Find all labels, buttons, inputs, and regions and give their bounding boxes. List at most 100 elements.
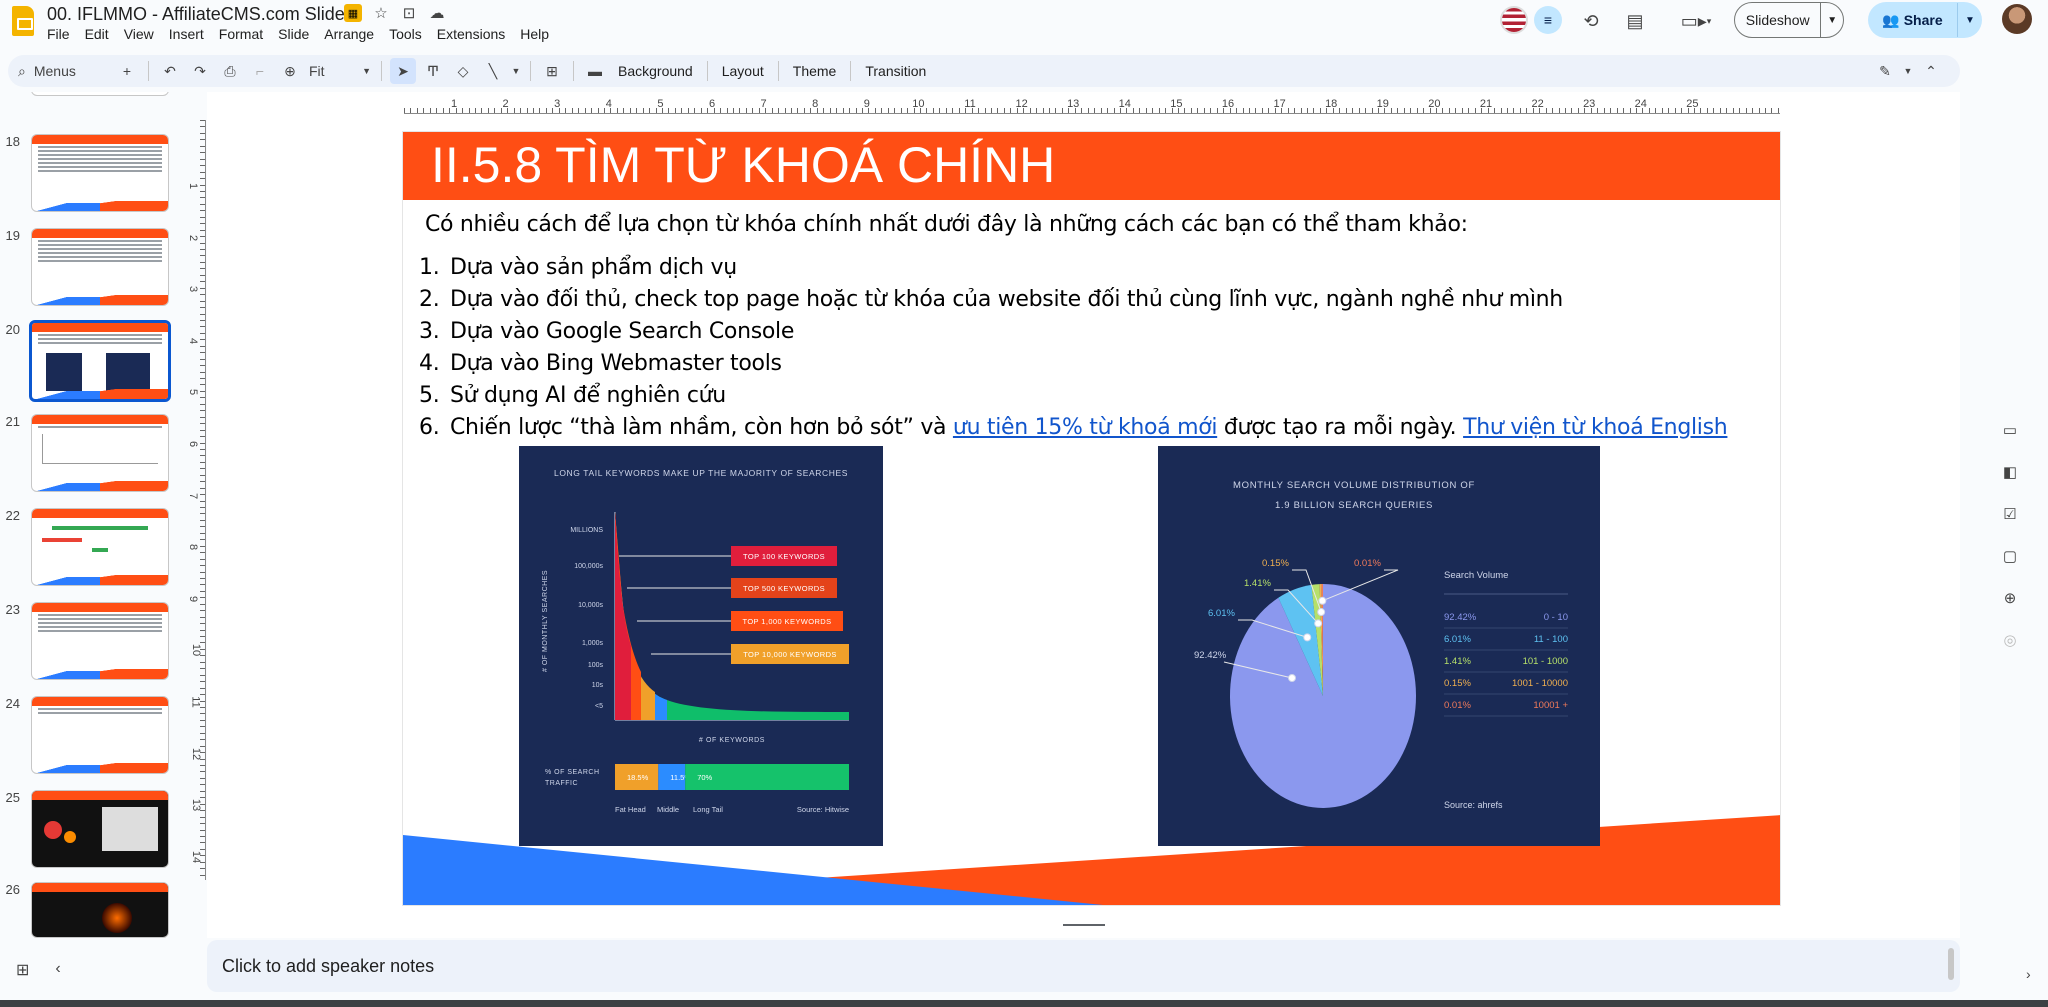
menu-help[interactable]: Help [520, 26, 556, 42]
select-tool-icon[interactable]: ➤ [390, 58, 416, 84]
thumbnail-row-selected[interactable]: 20 [0, 320, 178, 406]
star-icon[interactable]: ☆ [372, 4, 390, 22]
thumbnail-row[interactable]: 18 [0, 134, 178, 218]
print-icon[interactable]: ⎙ [217, 58, 243, 84]
chevron-down-icon[interactable]: ▼ [1958, 15, 1982, 26]
menu-extensions[interactable]: Extensions [437, 26, 512, 42]
layout-button[interactable]: Layout [714, 63, 772, 79]
collapse-toolbar-icon[interactable]: ⌃ [1918, 58, 1944, 84]
ruler-tick [1029, 108, 1031, 113]
paint-format-icon[interactable]: ⌐ [247, 58, 273, 84]
maps-icon[interactable]: ◎ [2000, 630, 2020, 650]
speaker-notes-placeholder[interactable]: Click to add speaker notes [222, 956, 434, 977]
tasks-icon[interactable]: ☑ [2000, 504, 2020, 524]
chevron-down-icon[interactable]: ▼ [1902, 58, 1914, 84]
menus-search[interactable]: ⌕ Menus [18, 59, 112, 83]
cloud-saved-icon[interactable]: ☁ [428, 4, 446, 22]
insert-comment-icon[interactable]: ⊞ [539, 58, 565, 84]
horizontal-ruler[interactable]: 1 2 3 4 5 6 7 8 9 10 11 12 13 14 15 16 17 18 19 20 21 22 23 24 2… [404, 98, 1780, 114]
chevron-down-icon[interactable]: ▼ [510, 58, 522, 84]
ruler-tick [732, 108, 734, 113]
ruler-tick [200, 861, 205, 863]
background-button[interactable]: Background [610, 63, 701, 79]
thumbnail-row[interactable]: 24 [0, 696, 178, 780]
thumbnail-row[interactable]: 21 [0, 414, 178, 498]
slide-thumbnail[interactable] [31, 414, 169, 492]
user-avatar[interactable] [2002, 4, 2032, 34]
line-icon[interactable]: ╲ [480, 58, 506, 84]
slide-thumbnail-selected[interactable] [29, 320, 171, 402]
menu-insert[interactable]: Insert [169, 26, 211, 42]
expand-side-panel-icon[interactable]: › [2026, 966, 2031, 982]
calendar-icon[interactable]: ▭ [2000, 420, 2020, 440]
long-tail-chart-image[interactable]: LONG TAIL KEYWORDS MAKE UP THE MAJORITY … [519, 446, 883, 846]
add-on-icon[interactable]: ⊕ [2000, 588, 2020, 608]
slide-thumbnail[interactable] [31, 882, 169, 938]
pen-mode-icon[interactable]: ✎ [1872, 58, 1898, 84]
document-title[interactable]: 00. IFLMMO - AffiliateCMS.com Slides [47, 4, 354, 25]
slide-title[interactable]: II.5.8 TÌM TỪ KHOÁ CHÍNH [431, 136, 1055, 194]
thumbnail-row[interactable]: 19 [0, 228, 178, 312]
thumbnail-row[interactable]: 22 [0, 508, 178, 592]
collapse-rail-icon[interactable]: ‹ [55, 960, 60, 980]
move-folder-icon[interactable]: ⊡ [400, 4, 418, 22]
version-history-icon[interactable]: ⟲ [1578, 8, 1604, 34]
undo-icon[interactable]: ↶ [157, 58, 183, 84]
shape-icon[interactable]: ◇ [450, 58, 476, 84]
slide-thumbnail[interactable] [31, 134, 169, 212]
notes-resize-handle[interactable] [1063, 924, 1105, 926]
theme-button[interactable]: Theme [785, 63, 845, 79]
thumbnail-row[interactable]: 25 [0, 790, 178, 874]
menu-file[interactable]: File [47, 26, 77, 42]
vertical-ruler[interactable]: 1 2 3 4 5 6 7 8 9 10 11 12 13 14 [187, 120, 206, 880]
slides-logo-icon[interactable] [12, 6, 34, 36]
new-slide-icon[interactable]: + [114, 58, 140, 84]
transition-button[interactable]: Transition [857, 63, 934, 79]
ruler-tick [623, 108, 625, 113]
text-box-icon[interactable]: Ͳ [420, 58, 446, 84]
list-text: Dựa vào Bing Webmaster tools [450, 351, 782, 376]
menu-edit[interactable]: Edit [85, 26, 116, 42]
slide-title-bar[interactable]: II.5.8 TÌM TỪ KHOÁ CHÍNH [403, 132, 1780, 200]
thumbnail-row[interactable]: 26 [0, 882, 178, 938]
drive-icon[interactable]: ▢ [2000, 546, 2020, 566]
share-button[interactable]: 👥 Share ▼ [1868, 2, 1982, 38]
redo-icon[interactable]: ↷ [187, 58, 213, 84]
notes-scrollbar[interactable] [1948, 948, 1954, 980]
menu-arrange[interactable]: Arrange [324, 26, 381, 42]
chevron-down-icon[interactable]: ▼ [1821, 15, 1843, 26]
search-volume-pie-image[interactable]: MONTHLY SEARCH VOLUME DISTRIBUTION OF 1.… [1158, 446, 1600, 846]
ruler-tick [436, 108, 438, 113]
slide-thumbnail[interactable] [31, 92, 169, 96]
keyword-library-link[interactable]: Thư viện từ khoá English [1463, 415, 1728, 440]
slide-thumbnail[interactable] [31, 508, 169, 586]
slide-canvas[interactable]: II.5.8 TÌM TỪ KHOÁ CHÍNH Có nhiều cách đ… [402, 131, 1781, 906]
menu-slide[interactable]: Slide [278, 26, 316, 42]
presenter-icon[interactable]: ≡ [1534, 6, 1562, 34]
slide-thumbnail[interactable] [31, 602, 169, 680]
menu-tools[interactable]: Tools [389, 26, 429, 42]
ruler-tick [200, 474, 205, 476]
collaborator-avatar[interactable] [1500, 6, 1528, 34]
keep-icon[interactable]: ◧ [2000, 462, 2020, 482]
slide-thumbnail[interactable] [31, 790, 169, 868]
keyboard-icon[interactable]: ▬ [582, 58, 608, 84]
zoom-icon[interactable]: ⊕ [277, 58, 303, 84]
pie-legend: 92.42% 0 - 10 6.01% 11 - 100 1.41% 101 - 1000… [1444, 612, 1568, 717]
ruler-tick [674, 108, 676, 113]
thumbnail-row[interactable]: 23 [0, 602, 178, 686]
extension-icon[interactable]: ▦ [344, 4, 362, 22]
zoom-select[interactable]: Fit ▼ [305, 63, 375, 79]
slide-thumbnail[interactable] [31, 228, 169, 306]
slideshow-button[interactable]: Slideshow ▼ [1734, 2, 1844, 38]
speaker-notes[interactable]: Click to add speaker notes [207, 940, 1960, 992]
intro-text[interactable]: Có nhiều cách để lựa chọn từ khóa chính … [425, 212, 1468, 237]
menu-view[interactable]: View [124, 26, 161, 42]
menu-format[interactable]: Format [219, 26, 270, 42]
slide-thumbnail[interactable] [31, 696, 169, 774]
method-list[interactable]: 1. Dựa vào sản phẩm dịch vụ 2. Dựa vào đối… [419, 252, 1728, 444]
meet-camera-icon[interactable]: ▭▸ ▾ [1676, 8, 1716, 34]
comments-icon[interactable]: ▤ [1622, 8, 1648, 34]
new-keywords-link[interactable]: ưu tiên 15% từ khoá mới [953, 415, 1218, 440]
grid-view-icon[interactable]: ⊞ [16, 960, 29, 980]
